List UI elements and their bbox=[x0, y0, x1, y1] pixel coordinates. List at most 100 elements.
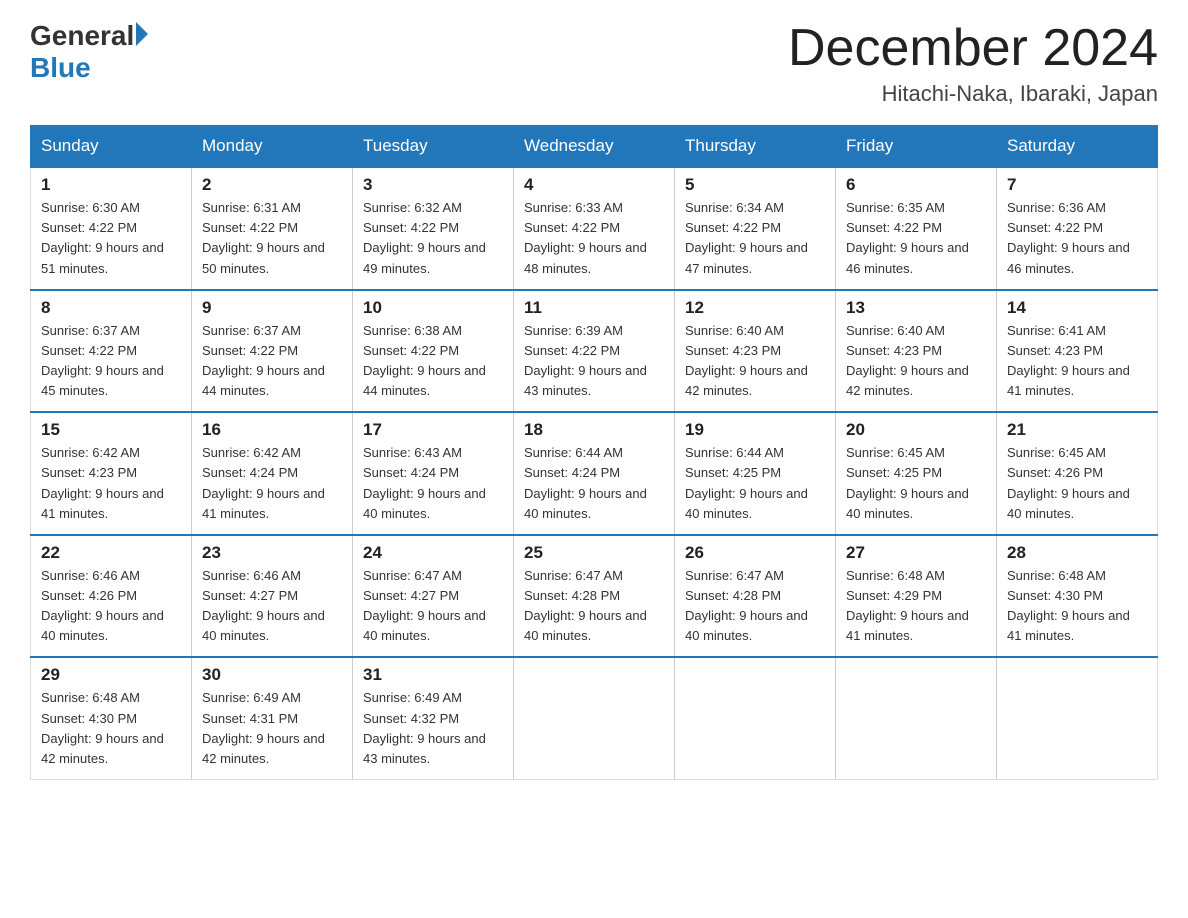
day-info: Sunrise: 6:41 AMSunset: 4:23 PMDaylight:… bbox=[1007, 323, 1130, 398]
day-info: Sunrise: 6:33 AMSunset: 4:22 PMDaylight:… bbox=[524, 200, 647, 275]
day-info: Sunrise: 6:34 AMSunset: 4:22 PMDaylight:… bbox=[685, 200, 808, 275]
day-number: 25 bbox=[524, 543, 664, 563]
table-row: 24 Sunrise: 6:47 AMSunset: 4:27 PMDaylig… bbox=[353, 535, 514, 658]
day-number: 23 bbox=[202, 543, 342, 563]
header-thursday: Thursday bbox=[675, 126, 836, 168]
header-friday: Friday bbox=[836, 126, 997, 168]
day-number: 2 bbox=[202, 175, 342, 195]
day-info: Sunrise: 6:47 AMSunset: 4:27 PMDaylight:… bbox=[363, 568, 486, 643]
day-info: Sunrise: 6:45 AMSunset: 4:26 PMDaylight:… bbox=[1007, 445, 1130, 520]
day-info: Sunrise: 6:32 AMSunset: 4:22 PMDaylight:… bbox=[363, 200, 486, 275]
table-row: 21 Sunrise: 6:45 AMSunset: 4:26 PMDaylig… bbox=[997, 412, 1158, 535]
table-row: 13 Sunrise: 6:40 AMSunset: 4:23 PMDaylig… bbox=[836, 290, 997, 413]
day-number: 14 bbox=[1007, 298, 1147, 318]
table-row: 4 Sunrise: 6:33 AMSunset: 4:22 PMDayligh… bbox=[514, 167, 675, 290]
calendar-table: Sunday Monday Tuesday Wednesday Thursday… bbox=[30, 125, 1158, 780]
day-info: Sunrise: 6:38 AMSunset: 4:22 PMDaylight:… bbox=[363, 323, 486, 398]
day-info: Sunrise: 6:48 AMSunset: 4:29 PMDaylight:… bbox=[846, 568, 969, 643]
calendar-week-row: 15 Sunrise: 6:42 AMSunset: 4:23 PMDaylig… bbox=[31, 412, 1158, 535]
table-row: 22 Sunrise: 6:46 AMSunset: 4:26 PMDaylig… bbox=[31, 535, 192, 658]
table-row: 26 Sunrise: 6:47 AMSunset: 4:28 PMDaylig… bbox=[675, 535, 836, 658]
day-number: 8 bbox=[41, 298, 181, 318]
day-info: Sunrise: 6:44 AMSunset: 4:25 PMDaylight:… bbox=[685, 445, 808, 520]
day-info: Sunrise: 6:43 AMSunset: 4:24 PMDaylight:… bbox=[363, 445, 486, 520]
logo-general-text: General bbox=[30, 20, 134, 52]
day-number: 27 bbox=[846, 543, 986, 563]
calendar-header-row: Sunday Monday Tuesday Wednesday Thursday… bbox=[31, 126, 1158, 168]
calendar-week-row: 8 Sunrise: 6:37 AMSunset: 4:22 PMDayligh… bbox=[31, 290, 1158, 413]
table-row: 19 Sunrise: 6:44 AMSunset: 4:25 PMDaylig… bbox=[675, 412, 836, 535]
day-number: 1 bbox=[41, 175, 181, 195]
header-wednesday: Wednesday bbox=[514, 126, 675, 168]
table-row: 15 Sunrise: 6:42 AMSunset: 4:23 PMDaylig… bbox=[31, 412, 192, 535]
table-row: 12 Sunrise: 6:40 AMSunset: 4:23 PMDaylig… bbox=[675, 290, 836, 413]
day-number: 5 bbox=[685, 175, 825, 195]
table-row: 27 Sunrise: 6:48 AMSunset: 4:29 PMDaylig… bbox=[836, 535, 997, 658]
day-info: Sunrise: 6:47 AMSunset: 4:28 PMDaylight:… bbox=[524, 568, 647, 643]
day-number: 3 bbox=[363, 175, 503, 195]
table-row bbox=[997, 657, 1158, 779]
table-row: 25 Sunrise: 6:47 AMSunset: 4:28 PMDaylig… bbox=[514, 535, 675, 658]
day-info: Sunrise: 6:35 AMSunset: 4:22 PMDaylight:… bbox=[846, 200, 969, 275]
day-number: 4 bbox=[524, 175, 664, 195]
day-info: Sunrise: 6:37 AMSunset: 4:22 PMDaylight:… bbox=[202, 323, 325, 398]
table-row: 16 Sunrise: 6:42 AMSunset: 4:24 PMDaylig… bbox=[192, 412, 353, 535]
day-number: 31 bbox=[363, 665, 503, 685]
table-row: 17 Sunrise: 6:43 AMSunset: 4:24 PMDaylig… bbox=[353, 412, 514, 535]
day-number: 6 bbox=[846, 175, 986, 195]
table-row bbox=[514, 657, 675, 779]
day-info: Sunrise: 6:48 AMSunset: 4:30 PMDaylight:… bbox=[41, 690, 164, 765]
logo-triangle-icon bbox=[136, 22, 148, 46]
day-info: Sunrise: 6:48 AMSunset: 4:30 PMDaylight:… bbox=[1007, 568, 1130, 643]
table-row: 8 Sunrise: 6:37 AMSunset: 4:22 PMDayligh… bbox=[31, 290, 192, 413]
table-row: 1 Sunrise: 6:30 AMSunset: 4:22 PMDayligh… bbox=[31, 167, 192, 290]
day-number: 21 bbox=[1007, 420, 1147, 440]
table-row: 30 Sunrise: 6:49 AMSunset: 4:31 PMDaylig… bbox=[192, 657, 353, 779]
table-row: 9 Sunrise: 6:37 AMSunset: 4:22 PMDayligh… bbox=[192, 290, 353, 413]
header-monday: Monday bbox=[192, 126, 353, 168]
calendar-week-row: 22 Sunrise: 6:46 AMSunset: 4:26 PMDaylig… bbox=[31, 535, 1158, 658]
table-row: 20 Sunrise: 6:45 AMSunset: 4:25 PMDaylig… bbox=[836, 412, 997, 535]
day-number: 13 bbox=[846, 298, 986, 318]
table-row: 28 Sunrise: 6:48 AMSunset: 4:30 PMDaylig… bbox=[997, 535, 1158, 658]
calendar-month-year: December 2024 bbox=[788, 20, 1158, 77]
logo: General Blue bbox=[30, 20, 148, 84]
table-row: 23 Sunrise: 6:46 AMSunset: 4:27 PMDaylig… bbox=[192, 535, 353, 658]
day-number: 30 bbox=[202, 665, 342, 685]
day-number: 22 bbox=[41, 543, 181, 563]
day-info: Sunrise: 6:42 AMSunset: 4:24 PMDaylight:… bbox=[202, 445, 325, 520]
day-info: Sunrise: 6:45 AMSunset: 4:25 PMDaylight:… bbox=[846, 445, 969, 520]
day-number: 26 bbox=[685, 543, 825, 563]
day-number: 29 bbox=[41, 665, 181, 685]
day-info: Sunrise: 6:36 AMSunset: 4:22 PMDaylight:… bbox=[1007, 200, 1130, 275]
day-info: Sunrise: 6:31 AMSunset: 4:22 PMDaylight:… bbox=[202, 200, 325, 275]
page-header: General Blue December 2024 Hitachi-Naka,… bbox=[30, 20, 1158, 107]
day-number: 12 bbox=[685, 298, 825, 318]
day-number: 24 bbox=[363, 543, 503, 563]
table-row: 10 Sunrise: 6:38 AMSunset: 4:22 PMDaylig… bbox=[353, 290, 514, 413]
table-row: 11 Sunrise: 6:39 AMSunset: 4:22 PMDaylig… bbox=[514, 290, 675, 413]
day-number: 19 bbox=[685, 420, 825, 440]
day-number: 15 bbox=[41, 420, 181, 440]
day-info: Sunrise: 6:49 AMSunset: 4:32 PMDaylight:… bbox=[363, 690, 486, 765]
table-row: 2 Sunrise: 6:31 AMSunset: 4:22 PMDayligh… bbox=[192, 167, 353, 290]
table-row: 3 Sunrise: 6:32 AMSunset: 4:22 PMDayligh… bbox=[353, 167, 514, 290]
header-saturday: Saturday bbox=[997, 126, 1158, 168]
header-sunday: Sunday bbox=[31, 126, 192, 168]
day-number: 20 bbox=[846, 420, 986, 440]
day-info: Sunrise: 6:46 AMSunset: 4:27 PMDaylight:… bbox=[202, 568, 325, 643]
calendar-week-row: 1 Sunrise: 6:30 AMSunset: 4:22 PMDayligh… bbox=[31, 167, 1158, 290]
day-info: Sunrise: 6:44 AMSunset: 4:24 PMDaylight:… bbox=[524, 445, 647, 520]
calendar-location: Hitachi-Naka, Ibaraki, Japan bbox=[788, 81, 1158, 107]
day-info: Sunrise: 6:40 AMSunset: 4:23 PMDaylight:… bbox=[685, 323, 808, 398]
table-row: 31 Sunrise: 6:49 AMSunset: 4:32 PMDaylig… bbox=[353, 657, 514, 779]
table-row bbox=[836, 657, 997, 779]
day-info: Sunrise: 6:42 AMSunset: 4:23 PMDaylight:… bbox=[41, 445, 164, 520]
day-number: 16 bbox=[202, 420, 342, 440]
day-number: 10 bbox=[363, 298, 503, 318]
table-row: 29 Sunrise: 6:48 AMSunset: 4:30 PMDaylig… bbox=[31, 657, 192, 779]
table-row: 6 Sunrise: 6:35 AMSunset: 4:22 PMDayligh… bbox=[836, 167, 997, 290]
logo-blue-text: Blue bbox=[30, 52, 91, 84]
day-info: Sunrise: 6:39 AMSunset: 4:22 PMDaylight:… bbox=[524, 323, 647, 398]
day-number: 7 bbox=[1007, 175, 1147, 195]
